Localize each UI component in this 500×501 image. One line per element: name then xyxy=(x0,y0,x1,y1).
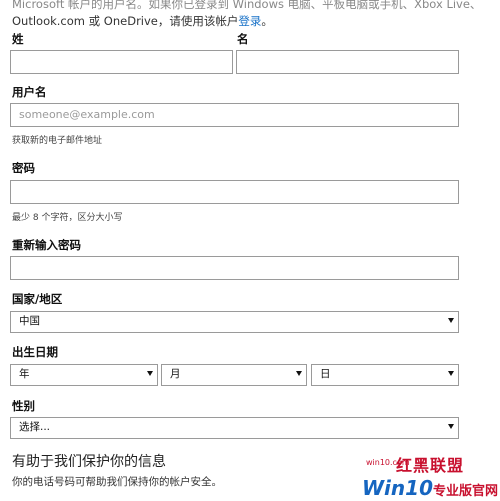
watermark-brand-suffix: 专业版官网 xyxy=(433,484,499,499)
year-select[interactable]: 年 xyxy=(10,364,158,386)
intro-line-2: Outlook.com 或 OneDrive，请使用该帐户登录。 xyxy=(12,13,482,30)
gender-label: 性别 xyxy=(12,399,35,413)
year-value: 年 xyxy=(19,368,30,380)
month-select[interactable]: 月 xyxy=(161,364,307,386)
password-label: 密码 xyxy=(12,161,35,175)
username-field[interactable]: someone@example.com xyxy=(10,103,459,127)
get-new-email-link[interactable]: 获取新的电子邮件地址 xyxy=(12,133,102,146)
reenter-password-field[interactable] xyxy=(10,256,459,280)
chevron-down-icon xyxy=(448,371,454,376)
password-field[interactable] xyxy=(10,180,459,204)
chevron-down-icon xyxy=(147,371,153,376)
given-name-label: 名 xyxy=(237,32,249,46)
chevron-down-icon xyxy=(296,371,302,376)
intro-line-1: Microsoft 帐户的用户名。如果你已登录到 Windows 电脑、平板电脑… xyxy=(12,0,482,11)
country-label: 国家/地区 xyxy=(12,292,63,306)
gender-value: 选择... xyxy=(19,421,51,433)
intro-line-2-text: Outlook.com 或 OneDrive，请使用该帐户 xyxy=(12,14,239,28)
intro-line-2-end: 。 xyxy=(261,14,273,28)
surname-label: 姓 xyxy=(12,32,24,46)
reenter-password-label: 重新输入密码 xyxy=(12,238,81,252)
month-value: 月 xyxy=(170,368,181,380)
day-value: 日 xyxy=(320,368,331,380)
password-hint: 最少 8 个字符，区分大小写 xyxy=(12,213,123,223)
protect-title: 有助于我们保护你的信息 xyxy=(12,454,166,470)
gender-select[interactable]: 选择... xyxy=(10,417,459,439)
day-select[interactable]: 日 xyxy=(311,364,459,386)
country-select[interactable]: 中国 xyxy=(10,311,459,333)
watermark-brand: Win10专业版官网 xyxy=(362,476,498,500)
username-label: 用户名 xyxy=(12,85,47,99)
watermark-brand-prefix: Win10 xyxy=(362,476,433,500)
country-value: 中国 xyxy=(19,315,40,327)
given-name-field[interactable] xyxy=(236,50,459,74)
protect-description: 你的电话号码可帮助我们保持你的帐户安全。 xyxy=(12,476,222,488)
chevron-down-icon xyxy=(448,424,454,429)
chevron-down-icon xyxy=(448,318,454,323)
intro-text: Microsoft 帐户的用户名。如果你已登录到 Windows 电脑、平板电脑… xyxy=(12,0,482,30)
watermark-url: win10.com xyxy=(366,458,410,467)
birthdate-label: 出生日期 xyxy=(12,345,58,359)
watermark-logo: 红黑联盟 win10.com Win10专业版官网 xyxy=(362,452,498,500)
login-link[interactable]: 登录 xyxy=(238,14,261,28)
surname-field[interactable] xyxy=(10,50,233,74)
